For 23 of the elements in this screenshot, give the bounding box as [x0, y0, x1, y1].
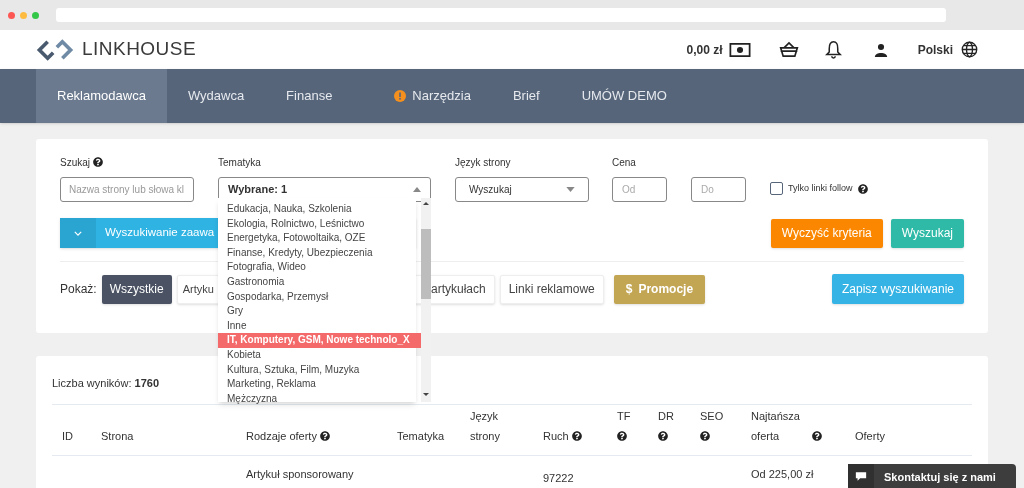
topic-label: Tematyka [218, 156, 262, 169]
column-header: Oferty [855, 429, 885, 444]
column-header: Strona [101, 429, 134, 444]
column-header: SEO [700, 409, 724, 424]
traffic-cell-text: 97222 [543, 471, 575, 486]
column-header: Język strony [470, 409, 501, 444]
column-header: TF [617, 409, 631, 424]
search-label: Szukaj [60, 155, 90, 170]
column-header: ID [62, 429, 73, 444]
show-label: Pokaż: [60, 281, 97, 298]
offer-type-cell-text: Artykuł sponsorowany [246, 467, 355, 482]
language-label: Język strony [455, 156, 512, 169]
column-header: DR [658, 409, 674, 424]
column-header: Ruch [543, 429, 569, 444]
price-label: Cena [612, 156, 637, 169]
price-cell-text: Od 225,00 zł [751, 467, 814, 482]
results-count: Liczba wyników: 1760 [52, 377, 160, 389]
column-header: Najtańsza oferta [751, 409, 801, 444]
balance: 0,00 zł [686, 41, 723, 59]
column-header: Rodzaje oferty [246, 429, 317, 444]
follow-label: Tylko linki follow [788, 182, 853, 195]
column-header: Tematyka [397, 429, 445, 444]
brand-name: LINKHOUSE [82, 37, 197, 62]
